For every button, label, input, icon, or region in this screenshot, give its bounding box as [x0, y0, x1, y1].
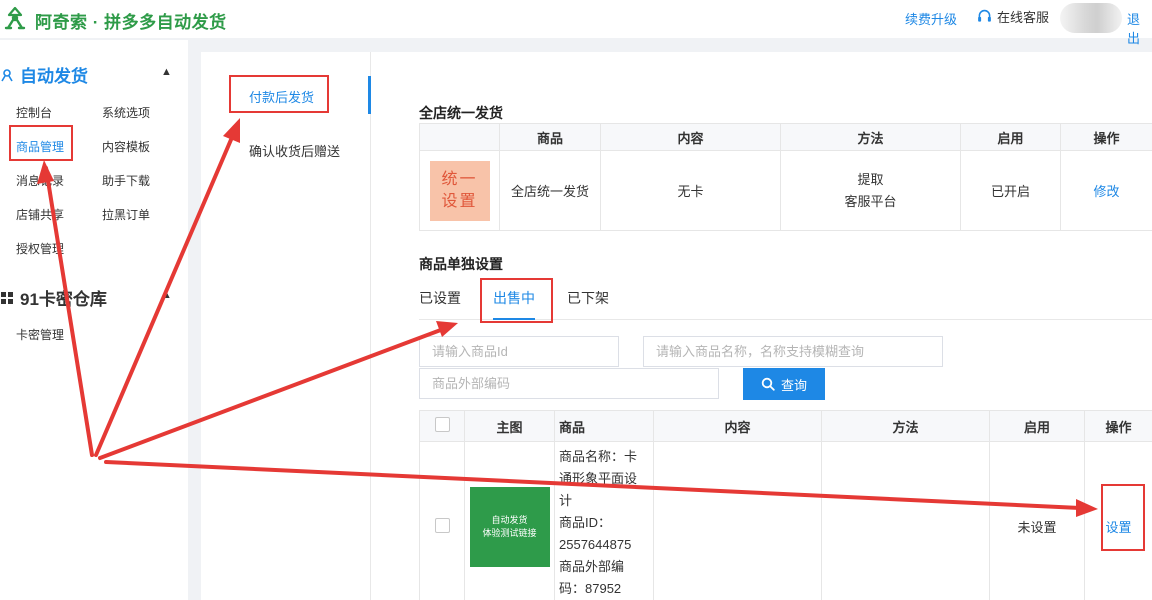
- sidebar-item-product-management[interactable]: 商品管理: [16, 138, 64, 155]
- store-wide-enabled: 已开启: [960, 150, 1061, 231]
- tab-delisted[interactable]: 已下架: [567, 288, 609, 308]
- external-code-input[interactable]: [419, 368, 719, 399]
- method-line: 客服平台: [844, 193, 897, 209]
- product-info-line: 2557644875: [559, 537, 632, 552]
- select-all-cell: [419, 410, 465, 442]
- col-main-image: 主图: [464, 410, 555, 442]
- product-info-line: 商品外部编: [559, 559, 625, 574]
- col-method: 方法: [821, 410, 990, 442]
- individual-settings-title: 商品单独设置: [419, 256, 503, 272]
- product-name-input[interactable]: [643, 336, 943, 367]
- sidebar-item-assistant-download[interactable]: 助手下载: [102, 172, 150, 189]
- robot-icon: [1, 68, 13, 81]
- col-content: 内容: [600, 123, 781, 151]
- edit-link[interactable]: 修改: [1093, 184, 1119, 199]
- delivery-subnav: 付款后发货 确认收货后赠送: [201, 52, 371, 600]
- col-enabled: 启用: [989, 410, 1085, 442]
- sidebar-group-label: 91卡密仓库: [20, 290, 107, 309]
- thumb-text: 统一: [441, 170, 478, 188]
- sidebar: 自动发货 ▲ 控制台 系统选项 商品管理 内容模板 消息记录 助手下载 店铺共享…: [0, 40, 188, 600]
- sidebar-item-message-log[interactable]: 消息记录: [16, 172, 64, 189]
- col-method: 方法: [780, 123, 961, 151]
- subnav-active-indicator: [368, 76, 371, 114]
- sidebar-item-dashboard[interactable]: 控制台: [16, 104, 52, 121]
- subnav-pay-then-ship[interactable]: 付款后发货: [249, 87, 314, 106]
- thumb-text: 设置: [441, 192, 478, 210]
- sidebar-item-shop-share[interactable]: 店铺共享: [16, 206, 64, 223]
- col-product: 商品: [554, 410, 654, 442]
- sidebar-group-label: 自动发货: [20, 67, 88, 86]
- method-line: 提取: [857, 171, 884, 187]
- product-status-tabs: 已设置 出售中 已下架: [419, 286, 1152, 320]
- store-wide-action-cell: 修改: [1060, 150, 1152, 231]
- active-tab-underline: [493, 318, 535, 320]
- unified-setting-thumbnail: 统一 设置: [429, 160, 490, 221]
- row-content-cell: [653, 441, 822, 600]
- renew-link[interactable]: 续费升级: [905, 9, 957, 28]
- sidebar-group-auto-ship[interactable]: 自动发货: [0, 62, 88, 87]
- product-info-line: 通形象平面设: [559, 471, 638, 486]
- col-enabled: 启用: [960, 123, 1061, 151]
- row-action-cell: 设置: [1084, 441, 1152, 600]
- store-wide-method: 提取 客服平台: [780, 150, 961, 231]
- product-info-line: 商品ID：: [559, 515, 612, 530]
- store-wide-product: 全店统一发货: [499, 150, 601, 231]
- col-action: 操作: [1084, 410, 1152, 442]
- sidebar-item-content-template[interactable]: 内容模板: [102, 138, 150, 155]
- product-info-line: 商品名称：卡: [559, 449, 638, 464]
- product-id-input[interactable]: [419, 336, 619, 367]
- row-image-cell: 自动发货 体验测试链接: [464, 441, 555, 600]
- store-wide-thumb-cell: 统一 设置: [419, 150, 500, 231]
- search-icon: [761, 377, 775, 391]
- subnav-gift-after-receipt[interactable]: 确认收货后赠送: [249, 141, 340, 160]
- row-method-cell: [821, 441, 990, 600]
- row-select-cell: [419, 441, 465, 600]
- tab-configured[interactable]: 已设置: [419, 288, 461, 308]
- thumb-text: 体验测试链接: [482, 527, 537, 538]
- sidebar-item-card-management[interactable]: 卡密管理: [16, 326, 64, 343]
- col-product: 商品: [499, 123, 601, 151]
- store-wide-title: 全店统一发货: [419, 105, 503, 121]
- thumb-text: 自动发货: [491, 514, 528, 525]
- select-all-checkbox[interactable]: [434, 417, 450, 432]
- main-panel: 付款后发货 确认收货后赠送 全店统一发货 商品 内容 方法 启用 操作 统一 设…: [201, 52, 1152, 600]
- customer-service-link[interactable]: 在线客服: [976, 7, 1049, 26]
- product-info-line: 计: [559, 493, 573, 508]
- account-avatar[interactable]: [1060, 3, 1122, 33]
- logout-link[interactable]: 退出: [1127, 9, 1152, 47]
- sidebar-item-blacklist-orders[interactable]: 拉黑订单: [102, 206, 150, 223]
- logo-icon: [4, 6, 26, 30]
- chevron-up-icon[interactable]: ▲: [161, 66, 172, 78]
- setup-link[interactable]: 设置: [1105, 520, 1131, 535]
- customer-service-label: 在线客服: [997, 10, 1050, 25]
- chevron-up-icon[interactable]: ▲: [161, 289, 172, 301]
- product-info-cell: 商品名称：卡 通形象平面设 计 商品ID： 2557644875 商品外部编 码…: [554, 441, 654, 600]
- col-content: 内容: [653, 410, 822, 442]
- tab-on-sale[interactable]: 出售中: [493, 288, 535, 308]
- grid-icon: [1, 291, 13, 304]
- row-enabled-cell: 未设置: [989, 441, 1085, 600]
- query-button-label: 查询: [780, 377, 807, 393]
- col-action: 操作: [1060, 123, 1152, 151]
- product-info-line: 码：87952: [559, 581, 622, 596]
- brand-title: 阿奇索 · 拼多多自动发货: [35, 13, 227, 32]
- store-wide-table: 商品 内容 方法 启用 操作 统一 设置 全店统一发货 无卡 提取 客服平台 已…: [419, 123, 1152, 231]
- sidebar-group-card-warehouse[interactable]: 91卡密仓库: [0, 285, 107, 310]
- headset-icon: [978, 9, 991, 22]
- table-row: 自动发货 体验测试链接 商品名称：卡 通形象平面设 计 商品ID： 255764…: [419, 441, 1152, 600]
- product-thumbnail[interactable]: 自动发货 体验测试链接: [469, 486, 550, 567]
- col-thumb: [419, 123, 500, 151]
- query-button[interactable]: 查询: [743, 368, 825, 400]
- sidebar-item-authorization[interactable]: 授权管理: [16, 240, 64, 257]
- row-checkbox[interactable]: [434, 517, 450, 533]
- top-header: 阿奇索 · 拼多多自动发货 续费升级 在线客服 退出: [0, 0, 1152, 46]
- product-table: 主图 商品 内容 方法 启用 操作 自动发货 体验测试链接 商品名称：卡 通形象…: [419, 410, 1152, 600]
- store-wide-content: 无卡: [600, 150, 781, 231]
- sidebar-item-system-options[interactable]: 系统选项: [102, 104, 150, 121]
